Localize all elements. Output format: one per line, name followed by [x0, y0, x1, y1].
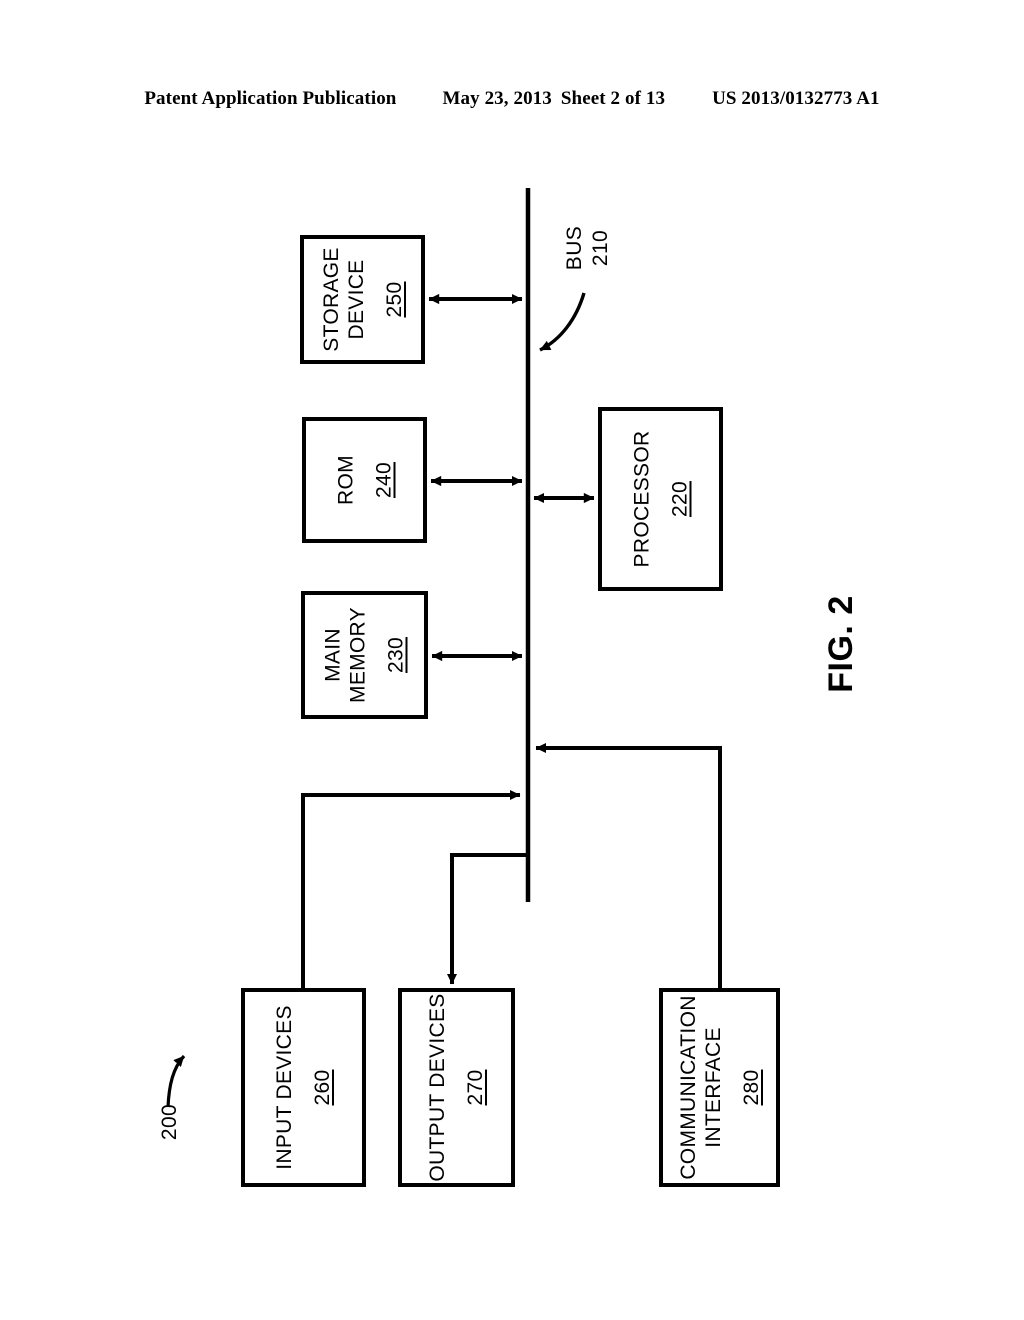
- input-devices-box: [241, 988, 366, 1187]
- rom-box: [302, 417, 427, 543]
- main-memory-box: [301, 591, 428, 719]
- bus-label: BUS 210: [558, 193, 618, 303]
- output-devices-box: [398, 988, 515, 1187]
- storage-device-box: [300, 235, 425, 364]
- connector-input-devices-bus: [301, 789, 521, 990]
- figure-label: FIG. 2: [821, 595, 860, 693]
- connector-bus-output-devices: [446, 853, 528, 985]
- bus-label-text: BUS: [563, 225, 586, 271]
- bus-ref-number: 210: [589, 229, 612, 267]
- figure-2-block-diagram: BUS 210 STORAGE DEVICE 250 ROM 240 MAIN …: [0, 0, 1024, 1320]
- system-ref-number: 200: [158, 1103, 181, 1141]
- communication-interface-box: [659, 988, 780, 1187]
- connector-communication-interface-bus: [535, 742, 722, 990]
- processor-box: [598, 407, 723, 591]
